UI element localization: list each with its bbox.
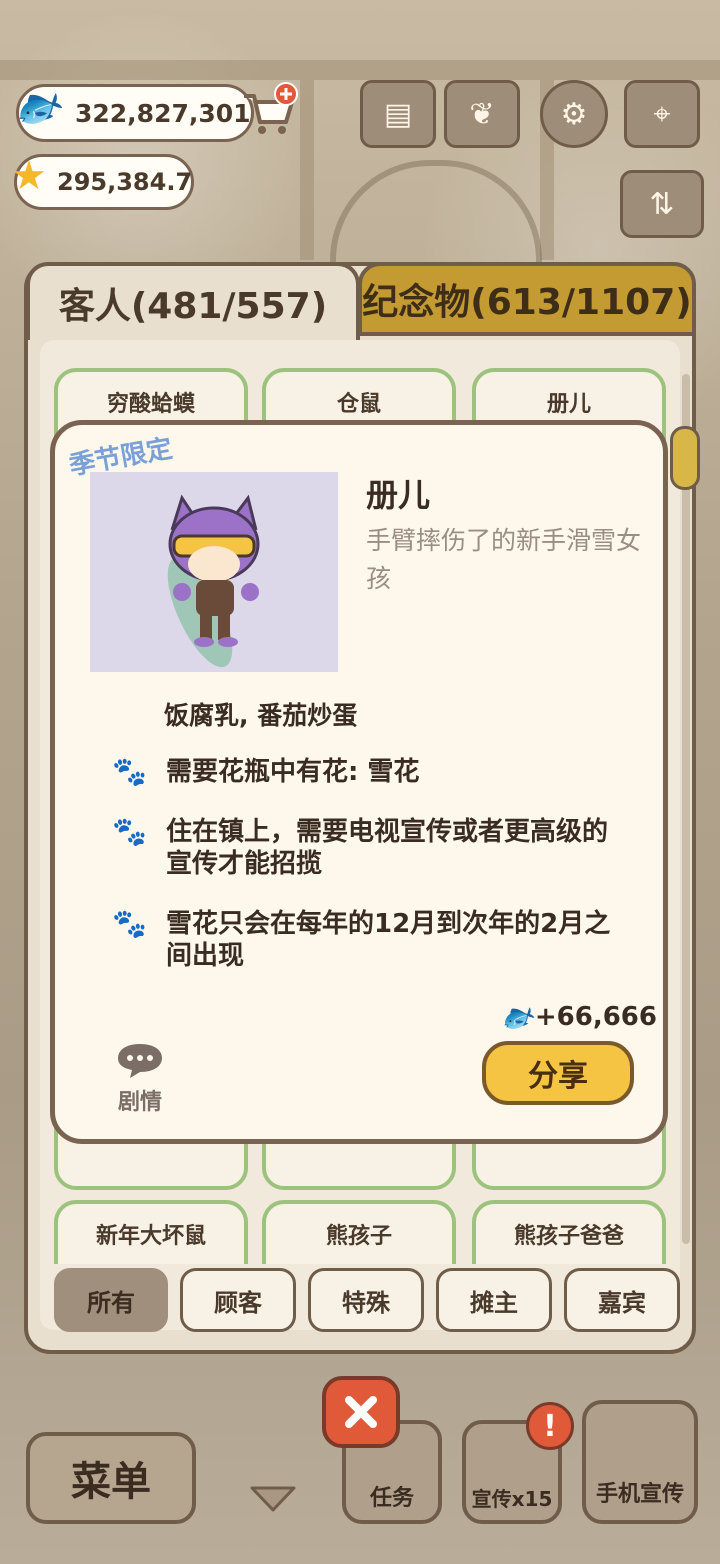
filter-guests[interactable]: 嘉宾 [564, 1268, 680, 1332]
requirement-text: 住在镇上，需要电视宣传或者更高级的宣传才能招揽 [166, 817, 609, 879]
phone-promote-button[interactable]: 手机宣传 [582, 1400, 698, 1524]
background-beam [0, 60, 720, 80]
customer-card[interactable]: 新年大坏鼠 [54, 1200, 248, 1264]
scrollbar-thumb[interactable] [670, 426, 700, 490]
story-label: 剧情 [117, 1090, 162, 1115]
phone-promote-label: 手机宣传 [595, 1482, 684, 1507]
paw-icon: 🐾 [112, 815, 147, 848]
filter-vendors[interactable]: 摊主 [436, 1268, 552, 1332]
sort-arrows-icon: ⇅ [649, 186, 675, 222]
tasks-label: 任务 [369, 1486, 414, 1511]
customer-card[interactable]: 熊孩子 [262, 1200, 456, 1264]
background-pillar [300, 80, 314, 260]
customer-name: 穷酸蛤蟆 [106, 392, 195, 417]
guide-book-button[interactable]: ❦ [444, 80, 520, 148]
paw-icon: 🐾 [112, 755, 147, 788]
newspaper-icon: ▤ [383, 96, 413, 132]
reward-amount: +66,666 [534, 1001, 657, 1032]
star-amount: 295,384.7 [57, 168, 193, 196]
chevron-down-icon [250, 1486, 296, 1512]
newspaper-button[interactable]: ▤ [360, 80, 436, 148]
favorite-food: 饭腐乳, 番茄炒蛋 [164, 701, 358, 730]
close-icon [345, 1396, 377, 1428]
customer-name: 册儿 [546, 392, 591, 417]
settings-button[interactable]: ⚙ [540, 80, 608, 148]
story-button[interactable]: 剧情 [112, 1040, 168, 1116]
customer-name: 熊孩子爸爸 [513, 1224, 624, 1249]
customer-name: 新年大坏鼠 [95, 1224, 206, 1249]
filter-customers[interactable]: 顾客 [180, 1268, 296, 1332]
requirement-item: 🐾 住在镇上，需要电视宣传或者更高级的宣传才能招揽 [112, 816, 612, 880]
cart-plus-icon [244, 82, 298, 134]
shop-cart-button[interactable] [240, 82, 300, 138]
alert-badge-icon: ! [526, 1402, 574, 1450]
customer-portrait [90, 472, 338, 672]
requirement-text: 需要花瓶中有花: 雪花 [166, 757, 420, 787]
tab-customers[interactable]: 客人(481/557) [26, 262, 360, 340]
fish-reward: 🐟 +66,666 [495, 994, 657, 1039]
speech-bubble-icon [118, 1044, 162, 1078]
collapse-button[interactable] [248, 1482, 298, 1516]
customer-description: 手臂摔伤了的新手滑雪女孩 [366, 526, 642, 593]
paw-book-icon: ❦ [469, 96, 495, 132]
customer-card[interactable]: 熊孩子爸爸 [472, 1200, 666, 1264]
customer-name: 熊孩子 [325, 1224, 392, 1249]
requirement-item: 🐾 雪花只会在每年的12月到次年的2月之间出现 [112, 908, 612, 972]
sort-button[interactable]: ⇅ [620, 170, 704, 238]
promote-label: 宣传x15 [471, 1487, 553, 1511]
star-icon: ★ [11, 153, 47, 199]
paw-icon: 🐾 [112, 907, 147, 940]
share-button[interactable]: 分享 [482, 1041, 634, 1105]
tab-souvenirs[interactable]: 纪念物(613/1107) [358, 262, 696, 336]
map-button[interactable]: ⌖ [624, 80, 700, 148]
skier-girl-illustration [167, 494, 260, 668]
filter-all[interactable]: 所有 [54, 1268, 168, 1332]
fish-icon: 🐟 [494, 994, 541, 1039]
customer-name: 仓鼠 [336, 392, 381, 417]
fish-currency: 🐟 322,827,301 [6, 76, 254, 142]
close-button[interactable] [322, 1376, 400, 1448]
map-pin-icon: ⌖ [653, 96, 671, 132]
customer-name-title: 册儿 [366, 476, 431, 514]
fish-amount: 322,827,301 [75, 98, 251, 128]
gear-icon: ⚙ [560, 96, 588, 132]
requirement-item: 🐾 需要花瓶中有花: 雪花 [112, 756, 612, 788]
requirement-text: 雪花只会在每年的12月到次年的2月之间出现 [166, 909, 611, 971]
star-currency: ★ 295,384.7 [11, 153, 194, 210]
scrollbar-track[interactable] [682, 374, 690, 1244]
filter-special[interactable]: 特殊 [308, 1268, 424, 1332]
menu-button[interactable]: 菜单 [26, 1432, 196, 1524]
